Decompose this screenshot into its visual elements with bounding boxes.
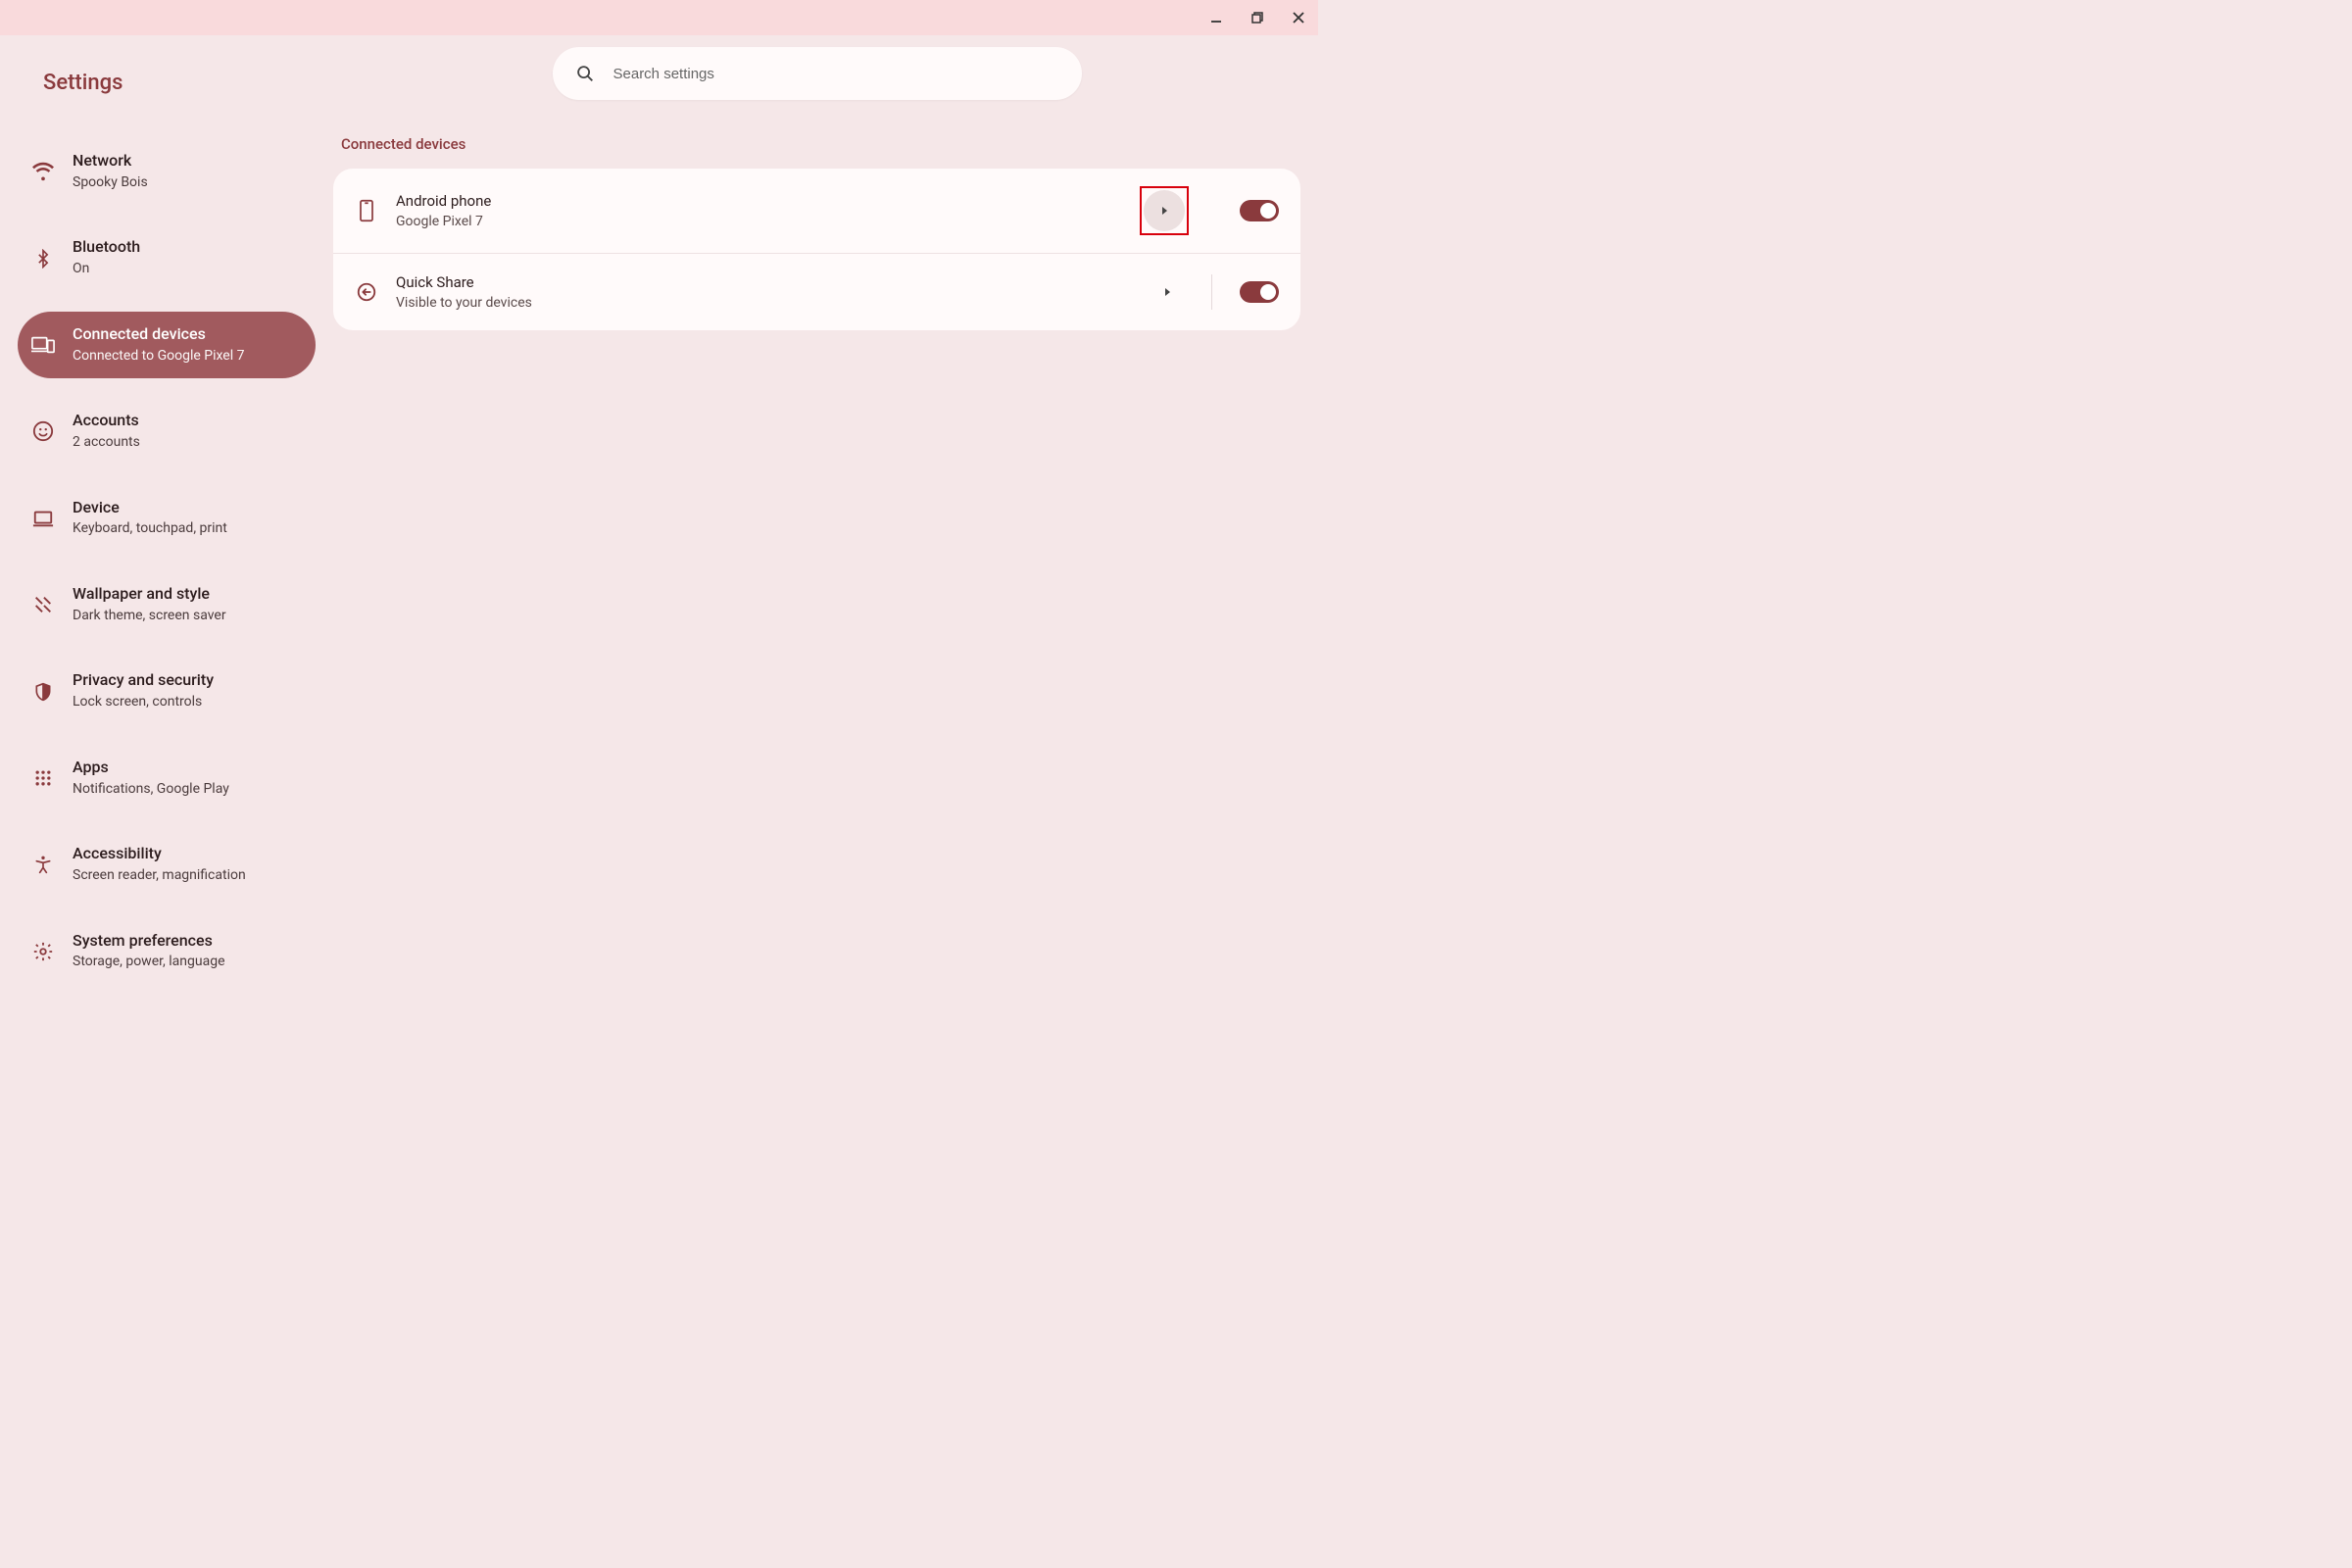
gear-icon (31, 940, 55, 963)
sidebar-item-apps[interactable]: AppsNotifications, Google Play (18, 745, 316, 811)
sidebar-item-sublabel: Keyboard, touchpad, print (73, 519, 227, 539)
sidebar-item-sublabel: Notifications, Google Play (73, 780, 229, 800)
bluetooth-icon (31, 247, 55, 270)
sidebar-item-sublabel: Lock screen, controls (73, 693, 214, 712)
main-content: Connected devices Android phone Google Pi… (333, 35, 1318, 878)
expand-button[interactable] (1144, 190, 1185, 231)
divider (1211, 274, 1212, 310)
a11y-icon (31, 853, 55, 876)
sidebar-item-label: Privacy and security (73, 670, 214, 691)
share-icon (355, 280, 378, 304)
sidebar: Settings NetworkSpooky Bois Bluetooth On Co… (0, 35, 333, 878)
sidebar-item-sublabel: Dark theme, screen saver (73, 607, 226, 626)
row-subtitle: Google Pixel 7 (396, 214, 1122, 229)
section-title: Connected devices (333, 135, 1300, 169)
settings-row-quick-share[interactable]: Quick Share Visible to your devices (333, 253, 1300, 330)
sidebar-item-wallpaper-and-style[interactable]: Wallpaper and style Dark theme, screen sa… (18, 571, 316, 638)
sidebar-item-accessibility[interactable]: AccessibilityScreen reader, magnificatio… (18, 831, 316, 898)
brush-icon (31, 593, 55, 616)
shield-icon (31, 680, 55, 704)
wifi-icon (31, 160, 55, 183)
sidebar-item-label: Accessibility (73, 844, 246, 864)
sidebar-item-system-preferences[interactable]: System preferencesStorage, power, langua… (18, 918, 316, 985)
sidebar-item-privacy-and-security[interactable]: Privacy and security Lock screen, control… (18, 658, 316, 724)
search-icon (574, 63, 596, 84)
sidebar-item-sublabel: 2 accounts (73, 433, 140, 453)
sidebar-item-label: Accounts (73, 411, 140, 431)
minimize-button[interactable] (1204, 6, 1228, 29)
sidebar-item-sublabel: Screen reader, magnification (73, 866, 246, 886)
sidebar-item-sublabel: On (73, 260, 140, 279)
sidebar-item-network[interactable]: NetworkSpooky Bois (18, 138, 316, 205)
window-titlebar (0, 0, 1318, 35)
search-box[interactable] (553, 47, 1082, 100)
laptop-icon (31, 507, 55, 530)
settings-row-android-phone[interactable]: Android phone Google Pixel 7 (333, 169, 1300, 253)
sidebar-item-device[interactable]: DeviceKeyboard, touchpad, print (18, 485, 316, 552)
sidebar-item-accounts[interactable]: Accounts2 accounts (18, 398, 316, 465)
close-button[interactable] (1287, 6, 1310, 29)
toggle-switch[interactable] (1240, 200, 1279, 221)
maximize-button[interactable] (1246, 6, 1269, 29)
expand-button[interactable] (1147, 271, 1188, 313)
row-title: Quick Share (396, 273, 1129, 293)
app-title: Settings (18, 59, 316, 113)
sidebar-item-label: Device (73, 498, 227, 518)
sidebar-item-label: Apps (73, 758, 229, 778)
sidebar-item-sublabel: Spooky Bois (73, 173, 148, 193)
toggle-switch[interactable] (1240, 281, 1279, 303)
sidebar-item-label: Bluetooth (73, 237, 140, 258)
phone-icon (355, 199, 378, 222)
row-title: Android phone (396, 192, 1122, 212)
sidebar-item-label: System preferences (73, 931, 225, 952)
highlight-annotation (1140, 186, 1189, 235)
sidebar-item-bluetooth[interactable]: Bluetooth On (18, 224, 316, 291)
devices-icon (31, 333, 55, 357)
sidebar-item-label: Network (73, 151, 148, 172)
sidebar-item-label: Wallpaper and style (73, 584, 226, 605)
sidebar-item-sublabel: Storage, power, language (73, 953, 225, 972)
sidebar-item-sublabel: Connected to Google Pixel 7 (73, 347, 244, 367)
sidebar-item-connected-devices[interactable]: Connected devicesConnected to Google Pix… (18, 312, 316, 378)
search-input[interactable] (613, 66, 1060, 82)
account-icon (31, 419, 55, 443)
sidebar-item-label: Connected devices (73, 324, 244, 345)
apps-icon (31, 766, 55, 790)
row-subtitle: Visible to your devices (396, 295, 1129, 311)
